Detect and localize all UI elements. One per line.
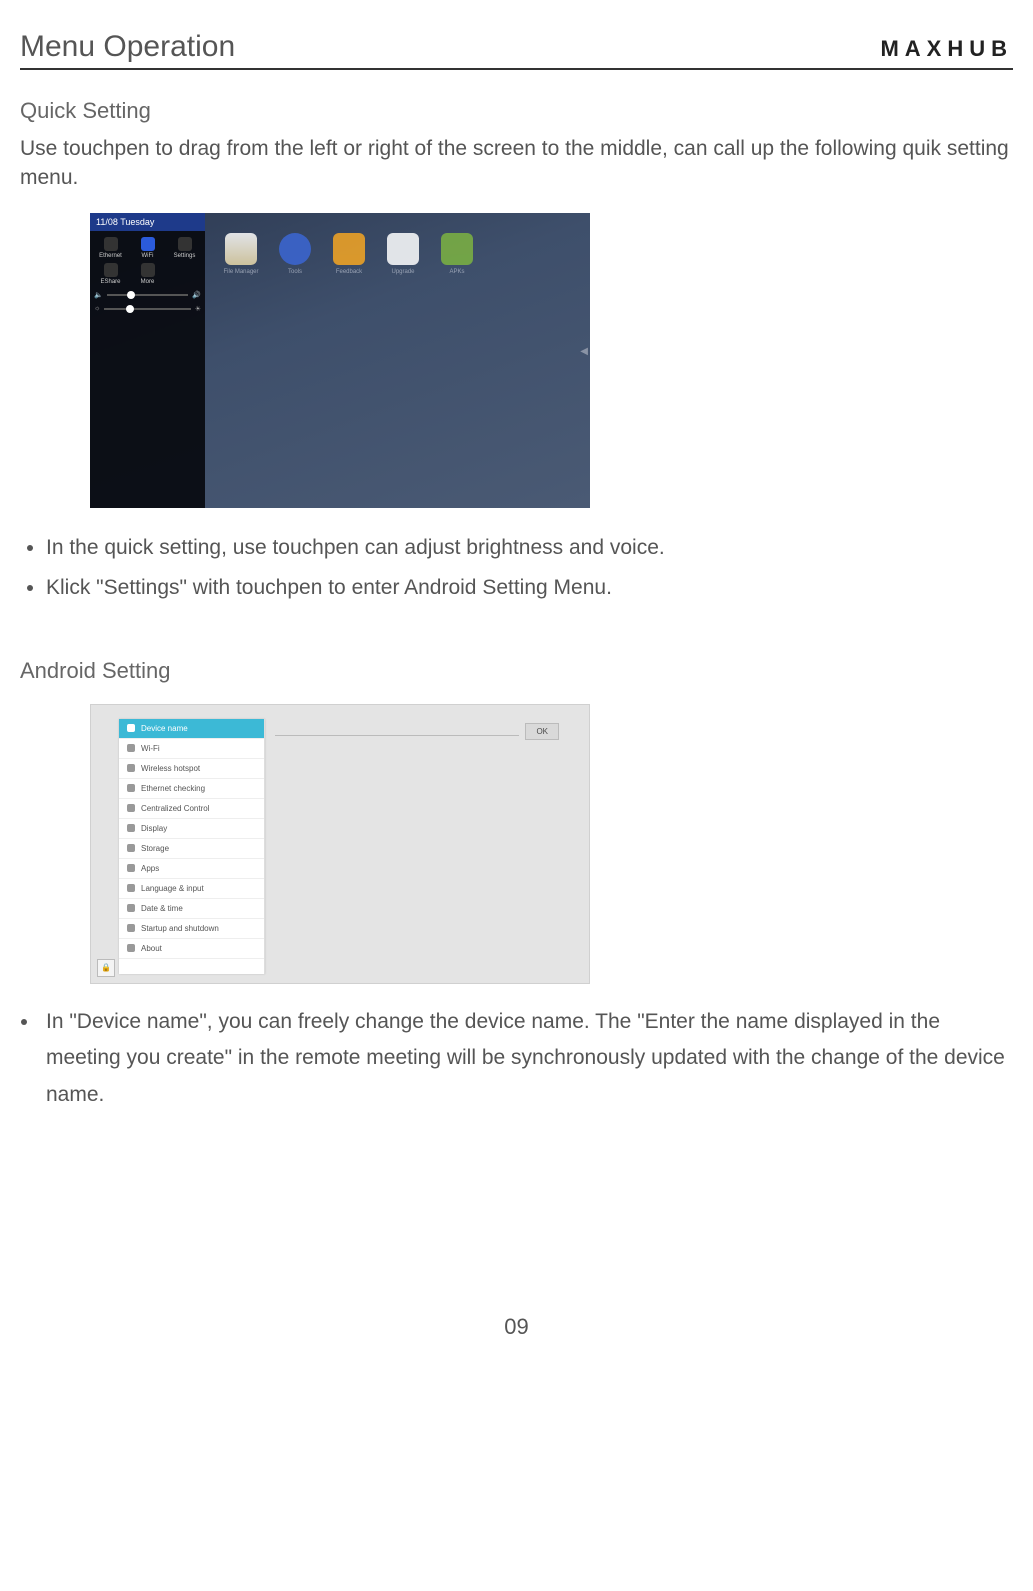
eshare-icon	[104, 263, 118, 277]
quick-setting-bullets: In the quick setting, use touchpen can a…	[20, 528, 1013, 608]
qs-row-1: Ethernet WiFi Settings	[94, 237, 201, 259]
side-arrow-icon[interactable]: ◀	[580, 346, 588, 357]
brand-logo: MAXHUB	[880, 36, 1013, 62]
power-icon	[127, 924, 135, 932]
quick-setting-intro: Use touchpen to drag from the left or ri…	[20, 134, 1013, 193]
ethernet-icon	[104, 237, 118, 251]
ethernet-icon	[127, 784, 135, 792]
settings-item-device-name[interactable]: Device name	[119, 719, 264, 739]
control-icon	[127, 804, 135, 812]
more-icon	[141, 263, 155, 277]
wifi-icon	[127, 744, 135, 752]
brightness-low-icon: ☼	[94, 305, 100, 312]
settings-item-ethernet[interactable]: Ethernet checking	[119, 779, 264, 799]
brightness-slider[interactable]: ☼ ☀	[94, 305, 201, 313]
desktop-feedback-icon[interactable]: Feedback	[333, 233, 365, 265]
display-icon	[127, 824, 135, 832]
header-title: Menu Operation	[20, 30, 235, 64]
volume-down-icon: 🔈	[94, 291, 103, 299]
settings-item-datetime[interactable]: Date & time	[119, 899, 264, 919]
android-settings-screenshot: 🔒 Device name Wi-Fi Wireless hotspot Eth…	[90, 704, 590, 984]
qs-tile-more[interactable]: More	[131, 263, 164, 285]
qs-tile-empty	[168, 263, 201, 285]
bullet-item: In "Device name", you can freely change …	[40, 1004, 1013, 1114]
hotspot-icon	[127, 764, 135, 772]
settings-item-language[interactable]: Language & input	[119, 879, 264, 899]
desktop-upgrade-icon[interactable]: Upgrade	[387, 233, 419, 265]
gear-icon	[178, 237, 192, 251]
settings-item-storage[interactable]: Storage	[119, 839, 264, 859]
section-quick-setting-title: Quick Setting	[20, 98, 1013, 124]
quick-setting-screenshot: 11/08 Tuesday Ethernet WiFi Settings ESh…	[90, 213, 590, 508]
ok-button[interactable]: OK	[525, 723, 559, 740]
settings-content-area: OK	[265, 705, 589, 983]
bullet-item: Klick "Settings" with touchpen to enter …	[46, 568, 1013, 608]
settings-item-wifi[interactable]: Wi-Fi	[119, 739, 264, 759]
device-name-input-underline[interactable]	[275, 735, 519, 736]
section-android-setting-title: Android Setting	[20, 658, 1013, 684]
settings-item-centralized[interactable]: Centralized Control	[119, 799, 264, 819]
volume-up-icon: 🔊	[192, 291, 201, 299]
android-setting-bullets: In "Device name", you can freely change …	[20, 1004, 1013, 1114]
language-icon	[127, 884, 135, 892]
settings-item-apps[interactable]: Apps	[119, 859, 264, 879]
qs-tile-eshare[interactable]: EShare	[94, 263, 127, 285]
settings-item-hotspot[interactable]: Wireless hotspot	[119, 759, 264, 779]
apps-icon	[127, 864, 135, 872]
slider-track[interactable]	[104, 308, 190, 310]
qs-row-2: EShare More	[94, 263, 201, 285]
page-number: 09	[20, 1314, 1013, 1340]
settings-item-about[interactable]: About	[119, 939, 264, 959]
qs-date: 11/08 Tuesday	[90, 213, 205, 231]
volume-slider[interactable]: 🔈 🔊	[94, 291, 201, 299]
desktop-apks-icon[interactable]: APKs	[441, 233, 473, 265]
settings-sidebar: Device name Wi-Fi Wireless hotspot Ether…	[119, 719, 265, 974]
desktop-icons-row: File Manager Tools Feedback Upgrade APKs	[225, 233, 473, 265]
clock-icon	[127, 904, 135, 912]
qs-tile-settings[interactable]: Settings	[168, 237, 201, 259]
qs-tile-wifi[interactable]: WiFi	[131, 237, 164, 259]
slider-track[interactable]	[107, 294, 189, 296]
page-header: Menu Operation MAXHUB	[20, 30, 1013, 70]
info-icon	[127, 944, 135, 952]
device-icon	[127, 724, 135, 732]
bullet-item: In the quick setting, use touchpen can a…	[46, 528, 1013, 568]
quick-settings-panel: 11/08 Tuesday Ethernet WiFi Settings ESh…	[90, 213, 205, 508]
wifi-icon	[141, 237, 155, 251]
qs-tile-ethernet[interactable]: Ethernet	[94, 237, 127, 259]
desktop-tools-icon[interactable]: Tools	[279, 233, 311, 265]
brightness-high-icon: ☀	[195, 305, 201, 313]
settings-item-display[interactable]: Display	[119, 819, 264, 839]
storage-icon	[127, 844, 135, 852]
desktop-file-manager-icon[interactable]: File Manager	[225, 233, 257, 265]
settings-item-startup[interactable]: Startup and shutdown	[119, 919, 264, 939]
lock-icon[interactable]: 🔒	[97, 959, 115, 977]
